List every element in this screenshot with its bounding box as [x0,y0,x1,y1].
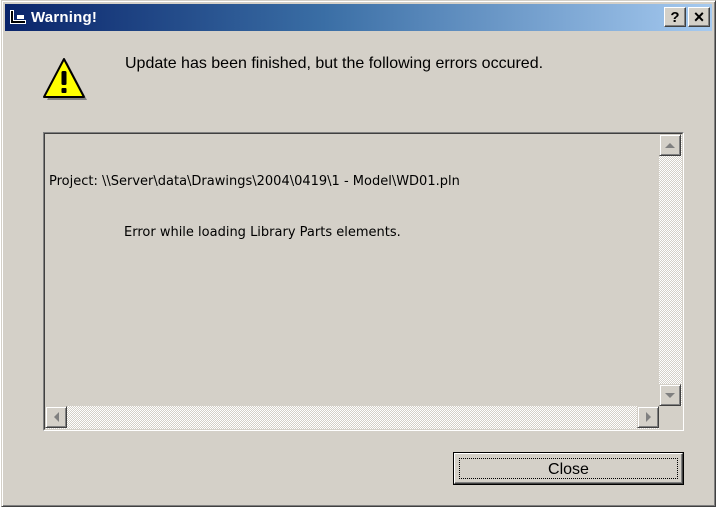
close-window-button[interactable]: × [688,7,710,27]
vertical-scrollbar[interactable] [659,134,682,406]
close-button-label: Close [548,461,589,478]
help-button[interactable]: ? [664,7,686,27]
error-list[interactable]: Project: \\Server\data\Drawings\2004\041… [43,132,684,431]
scroll-left-button[interactable] [45,406,67,428]
app-icon [9,9,27,27]
scroll-up-button[interactable] [659,134,681,156]
scrollbar-corner [659,406,682,429]
scroll-right-button[interactable] [637,406,659,428]
help-icon: ? [670,8,680,26]
arrow-up-icon [665,142,675,148]
title-bar[interactable]: Warning! ? × [5,4,712,31]
warning-icon [40,56,88,102]
close-icon: × [693,7,705,27]
arrow-down-icon [665,392,675,398]
message-text: Update has been finished, but the follow… [125,55,544,72]
error-content: Project: \\Server\data\Drawings\2004\041… [49,139,656,403]
error-message-line: Error while loading Library Parts elemen… [124,225,401,240]
close-button[interactable]: Close [453,452,684,485]
arrow-right-icon [645,412,651,422]
horizontal-scrollbar[interactable] [45,406,659,429]
scroll-down-button[interactable] [659,384,681,406]
arrow-left-icon [53,412,59,422]
project-path-line: Project: \\Server\data\Drawings\2004\041… [49,174,460,189]
window-title: Warning! [31,9,98,26]
warning-dialog: Warning! ? × Update has been finished, b… [1,0,716,507]
